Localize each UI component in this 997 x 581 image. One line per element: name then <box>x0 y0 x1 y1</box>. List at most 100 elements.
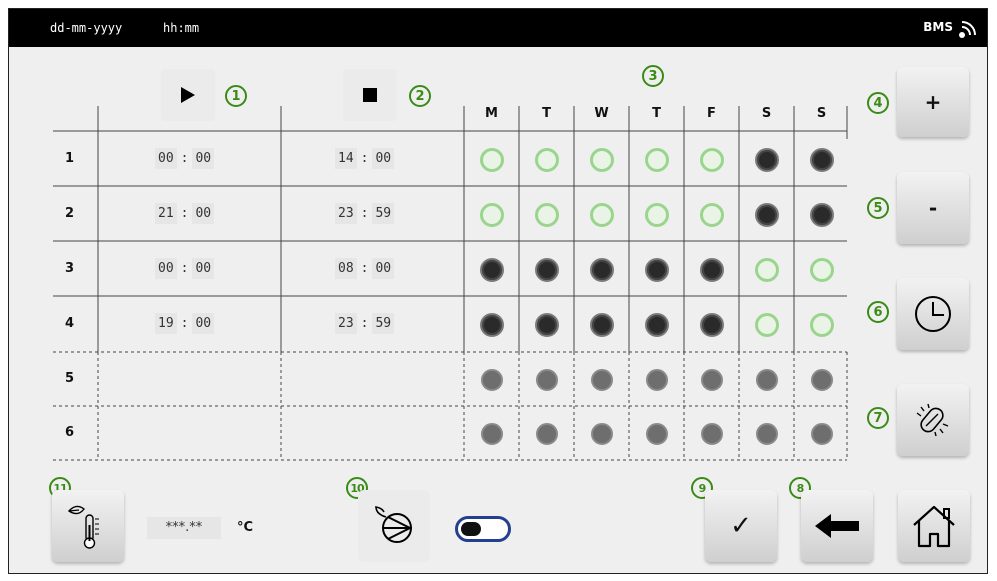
stop-hour[interactable]: 23 <box>335 202 357 224</box>
day-toggle-on[interactable] <box>809 257 834 282</box>
add-row-label: + <box>924 90 942 114</box>
day-toggle-empty[interactable] <box>810 369 833 391</box>
day-toggle-empty[interactable] <box>480 423 503 445</box>
day-toggle-on[interactable] <box>809 313 834 337</box>
day-toggle-off[interactable] <box>589 257 614 282</box>
pump-toggle[interactable] <box>455 516 511 542</box>
day-toggle-empty[interactable] <box>535 423 558 445</box>
clock-button[interactable] <box>897 278 969 350</box>
time-separator: : <box>360 205 369 221</box>
day-toggle-empty[interactable] <box>590 423 613 445</box>
day-toggle-empty[interactable] <box>700 369 723 391</box>
stop-minute[interactable]: 00 <box>372 147 395 169</box>
start-hour[interactable]: 00 <box>155 257 177 279</box>
start-time-field[interactable]: 00:00 <box>155 147 215 169</box>
day-toggle-empty[interactable] <box>645 369 668 391</box>
day-toggle-on[interactable] <box>754 313 779 337</box>
pump-icon <box>375 506 413 543</box>
row-number: 4 <box>65 316 75 331</box>
day-toggle-on[interactable] <box>644 202 669 227</box>
day-toggle-off[interactable] <box>809 147 834 172</box>
cleaning-button[interactable] <box>897 384 969 456</box>
day-toggle-on[interactable] <box>479 202 504 227</box>
start-time-field[interactable]: 21:00 <box>155 202 215 224</box>
toggle-knob <box>461 522 481 536</box>
time-separator: : <box>180 205 189 221</box>
badge-add: 4 <box>867 92 889 114</box>
stop-minute[interactable]: 59 <box>372 202 395 224</box>
badge-clean: 7 <box>867 407 889 429</box>
clock-icon <box>915 296 951 332</box>
cleaning-brush-icon <box>916 403 949 437</box>
day-toggle-off[interactable] <box>479 257 504 282</box>
confirm-button[interactable]: ✓ <box>705 490 777 562</box>
start-time-field[interactable]: 19:00 <box>155 313 215 334</box>
time-separator: : <box>360 316 369 331</box>
temperature-button[interactable] <box>52 490 124 562</box>
day-toggle-on[interactable] <box>754 257 779 282</box>
start-minute[interactable]: 00 <box>192 147 215 169</box>
home-icon <box>913 505 955 548</box>
day-toggle-off[interactable] <box>699 313 724 337</box>
day-toggle-off[interactable] <box>589 313 614 337</box>
back-button[interactable] <box>801 490 873 562</box>
start-minute[interactable]: 00 <box>192 257 215 279</box>
time-separator: : <box>360 150 369 166</box>
checkmark-icon: ✓ <box>730 511 752 541</box>
day-toggle-empty[interactable] <box>755 369 778 391</box>
day-toggle-off[interactable] <box>754 202 779 227</box>
badge-clock: 6 <box>867 301 889 323</box>
time-separator: : <box>180 260 189 276</box>
day-toggle-off[interactable] <box>479 313 504 337</box>
time-separator: : <box>360 260 369 276</box>
day-toggle-empty[interactable] <box>700 423 723 445</box>
day-toggle-on[interactable] <box>589 202 614 227</box>
start-minute[interactable]: 00 <box>192 202 215 224</box>
stop-time-field[interactable]: 08:00 <box>335 257 395 279</box>
back-arrow-icon <box>815 514 859 538</box>
add-row-button[interactable]: + <box>897 67 969 137</box>
day-toggle-on[interactable] <box>534 147 559 172</box>
start-minute[interactable]: 00 <box>192 313 215 334</box>
day-toggle-empty[interactable] <box>645 423 668 445</box>
day-toggle-empty[interactable] <box>755 423 778 445</box>
thermometer-leaf-icon <box>67 505 99 549</box>
stop-time-field[interactable]: 23:59 <box>335 313 395 334</box>
stop-hour[interactable]: 14 <box>335 147 357 169</box>
day-toggle-empty[interactable] <box>810 423 833 445</box>
day-toggle-on[interactable] <box>534 202 559 227</box>
day-toggle-on[interactable] <box>699 202 724 227</box>
row-number: 5 <box>65 371 75 386</box>
pump-button[interactable] <box>358 490 430 562</box>
row-number: 6 <box>65 425 75 440</box>
day-toggle-off[interactable] <box>644 257 669 282</box>
temperature-unit: °C <box>237 520 254 535</box>
day-toggle-empty[interactable] <box>535 369 558 391</box>
start-hour[interactable]: 19 <box>155 313 177 334</box>
stop-minute[interactable]: 00 <box>372 257 395 279</box>
start-hour[interactable]: 00 <box>155 147 177 169</box>
row-number: 2 <box>65 205 75 221</box>
time-separator: : <box>180 150 189 166</box>
day-toggle-empty[interactable] <box>480 369 503 391</box>
stop-time-field[interactable]: 23:59 <box>335 202 395 224</box>
remove-row-button[interactable]: - <box>897 172 969 244</box>
start-time-field[interactable]: 00:00 <box>155 257 215 279</box>
stop-time-field[interactable]: 14:00 <box>335 147 395 169</box>
start-hour[interactable]: 21 <box>155 202 177 224</box>
day-toggle-on[interactable] <box>479 147 504 172</box>
stop-minute[interactable]: 59 <box>372 313 395 334</box>
day-toggle-off[interactable] <box>699 257 724 282</box>
day-toggle-on[interactable] <box>589 147 614 172</box>
stop-hour[interactable]: 23 <box>335 313 357 334</box>
day-toggle-off[interactable] <box>644 313 669 337</box>
day-toggle-off[interactable] <box>534 313 559 337</box>
day-toggle-off[interactable] <box>534 257 559 282</box>
stop-hour[interactable]: 08 <box>335 257 357 279</box>
day-toggle-empty[interactable] <box>590 369 613 391</box>
home-button[interactable] <box>898 490 970 562</box>
day-toggle-off[interactable] <box>754 147 779 172</box>
day-toggle-off[interactable] <box>809 202 834 227</box>
day-toggle-on[interactable] <box>699 147 724 172</box>
day-toggle-on[interactable] <box>644 147 669 172</box>
